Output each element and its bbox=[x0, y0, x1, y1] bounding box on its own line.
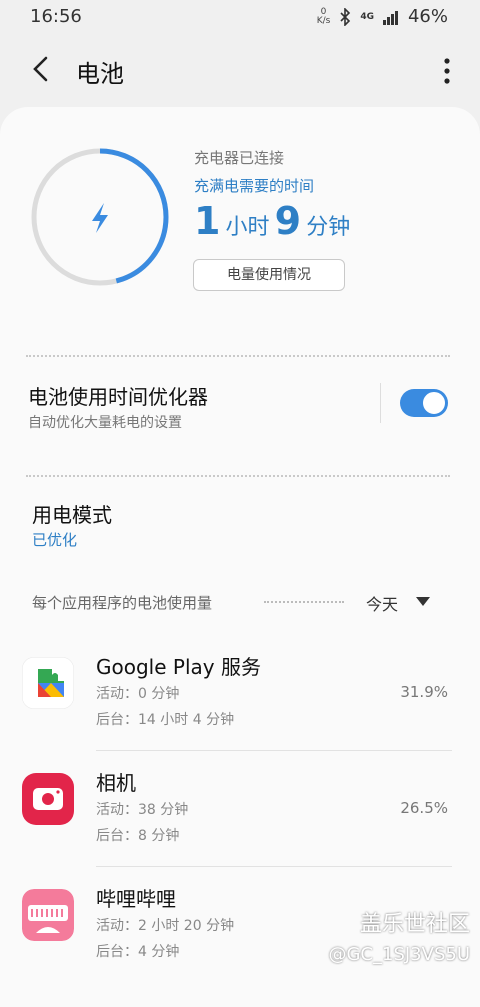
usage-section-header: 每个应用程序的电池使用量 bbox=[32, 594, 213, 612]
app-active-time: 活动：2 小时 20 分钟 bbox=[96, 918, 235, 934]
battery-card: 充电器已连接 充满电需要的时间 1 小时 9 分钟 电量使用情况 电池使用时间优… bbox=[0, 107, 480, 1007]
app-name: 哔哩哔哩 bbox=[96, 887, 176, 911]
lightning-icon bbox=[92, 203, 108, 233]
power-mode-value: 已优化 bbox=[32, 531, 78, 549]
divider bbox=[26, 355, 450, 357]
divider bbox=[26, 475, 450, 477]
app-usage-row[interactable]: 相机 活动：38 分钟 后台：8 分钟 26.5% bbox=[0, 751, 480, 867]
app-bar: 电池 bbox=[0, 40, 480, 104]
charge-ring bbox=[31, 148, 169, 286]
charging-status: 充电器已连接 bbox=[194, 149, 285, 167]
dropdown-caret-icon[interactable] bbox=[416, 597, 430, 606]
power-mode-title: 用电模式 bbox=[32, 503, 112, 527]
app-name: 相机 bbox=[96, 771, 136, 795]
vertical-divider bbox=[380, 383, 381, 423]
optimizer-subtitle: 自动优化大量耗电的设置 bbox=[28, 415, 182, 431]
page-title: 电池 bbox=[76, 60, 124, 88]
hours-value: 1 bbox=[194, 199, 221, 243]
signal-icon bbox=[382, 10, 398, 25]
period-selector[interactable]: 今天 bbox=[366, 591, 398, 615]
minutes-unit: 分钟 bbox=[306, 215, 351, 240]
watermark-title: 盖乐世社区 bbox=[359, 912, 470, 937]
battery-percent: 46% bbox=[407, 6, 448, 27]
speed-unit: K/s bbox=[316, 15, 331, 26]
google-play-services-icon bbox=[22, 657, 74, 709]
camera-app-icon bbox=[22, 773, 74, 825]
app-background-time: 后台：14 小时 4 分钟 bbox=[96, 712, 235, 728]
more-options-icon[interactable] bbox=[444, 58, 450, 84]
optimizer-title: 电池使用时间优化器 bbox=[28, 385, 208, 409]
status-bar: 16:56 0 K/s 4G 46% bbox=[0, 0, 480, 34]
minutes-value: 9 bbox=[274, 199, 302, 243]
app-active-time: 活动：38 分钟 bbox=[96, 802, 189, 818]
network-type: 4G bbox=[360, 11, 374, 22]
optimizer-toggle[interactable] bbox=[400, 389, 448, 417]
time-to-full-value: 1 小时 9 分钟 bbox=[194, 199, 350, 243]
app-percent: 26.5% bbox=[400, 799, 448, 817]
app-background-time: 后台：8 分钟 bbox=[96, 828, 180, 844]
status-time: 16:56 bbox=[30, 6, 82, 27]
app-name: Google Play 服务 bbox=[96, 655, 261, 679]
usage-details-button[interactable]: 电量使用情况 bbox=[193, 259, 345, 291]
back-arrow-icon[interactable] bbox=[26, 52, 56, 86]
app-usage-row[interactable]: Google Play 服务 活动：0 分钟 后台：14 小时 4 分钟 31.… bbox=[0, 635, 480, 751]
app-percent: 31.9% bbox=[400, 683, 448, 701]
bilibili-icon bbox=[22, 889, 74, 941]
network-speed: 0 K/s bbox=[316, 7, 331, 26]
section-dots bbox=[264, 601, 344, 603]
watermark-handle: @GC_1SJ3VS5U bbox=[328, 944, 470, 965]
time-to-full-label: 充满电需要的时间 bbox=[194, 177, 315, 195]
toggle-knob bbox=[422, 391, 446, 415]
hours-unit: 小时 bbox=[225, 215, 270, 240]
bluetooth-icon bbox=[340, 7, 351, 26]
app-background-time: 后台：4 分钟 bbox=[96, 944, 180, 960]
status-icons: 0 K/s 4G 46% bbox=[317, 6, 448, 27]
app-active-time: 活动：0 分钟 bbox=[96, 686, 180, 702]
